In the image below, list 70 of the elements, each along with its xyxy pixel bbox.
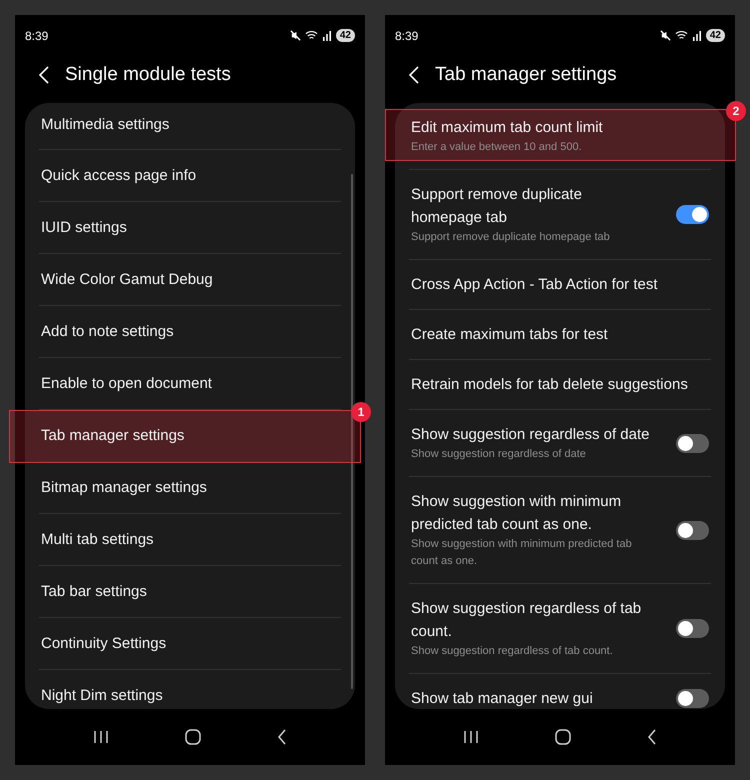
item-title: Support remove duplicate homepage tab <box>411 185 583 228</box>
settings-item[interactable]: Cross App Action - Tab Action for test <box>395 260 725 309</box>
signal-icon <box>692 30 702 41</box>
settings-item[interactable]: Night Dim settings <box>25 670 355 721</box>
item-title: Edit maximum tab count limit <box>411 118 604 138</box>
item-title: Add to note settings <box>41 322 175 342</box>
settings-item[interactable]: IUID settings <box>25 202 355 253</box>
settings-item[interactable]: Multimedia settings <box>25 103 355 149</box>
toggle-switch[interactable] <box>676 689 709 708</box>
settings-item[interactable]: Add to note settings <box>25 306 355 357</box>
wifi-icon <box>304 30 318 41</box>
step-badge: 1 <box>351 402 371 422</box>
battery-level: 42 <box>706 29 725 42</box>
recent-apps-icon[interactable] <box>93 730 109 744</box>
item-subtitle: Enter a value between 10 and 500. <box>411 140 583 155</box>
signal-icon <box>322 30 332 41</box>
item-title: IUID settings <box>41 218 128 238</box>
settings-item[interactable]: Tab bar settings <box>25 566 355 617</box>
item-title: Create maximum tabs for test <box>411 325 609 345</box>
settings-item[interactable]: Support remove duplicate homepage tab Support remove duplicate homepage tab <box>395 170 725 259</box>
item-title: Show suggestion regardless of tab count. <box>411 599 642 642</box>
item-subtitle: Show suggestion regardless of tab count. <box>411 644 614 659</box>
wifi-icon <box>674 30 688 41</box>
status-time: 8:39 <box>25 28 48 44</box>
settings-item[interactable]: Show tab manager new gui <box>395 674 725 723</box>
settings-item[interactable]: Retrain models for tab delete suggestions <box>395 360 725 409</box>
mute-icon <box>660 30 671 41</box>
item-title: Bitmap manager settings <box>41 478 208 498</box>
item-subtitle: Show suggestion regardless of date <box>411 447 587 462</box>
toggle-switch[interactable] <box>676 205 709 224</box>
settings-item[interactable]: Edit maximum tab count limit Enter a value between 10 and 500. <box>395 103 725 169</box>
toggle-switch[interactable] <box>676 619 709 638</box>
settings-item[interactable]: Continuity Settings <box>25 618 355 669</box>
item-subtitle: Support remove duplicate homepage tab <box>411 230 611 245</box>
item-title: Retrain models for tab delete suggestions <box>411 375 689 395</box>
home-icon[interactable] <box>555 729 571 745</box>
item-title: Wide Color Gamut Debug <box>41 270 214 290</box>
item-title: Tab bar settings <box>41 582 148 602</box>
item-subtitle: Show suggestion with minimum predicted tab count as one. <box>411 537 633 569</box>
item-title: Show suggestion with minimum predicted tab count as one. <box>411 492 622 535</box>
item-title: Night Dim settings <box>41 686 164 706</box>
settings-item[interactable]: Show suggestion with minimum predicted tab count as one. Show suggestion with minimum predicted tab count as one. <box>395 477 725 583</box>
status-time: 8:39 <box>395 28 418 44</box>
back-icon[interactable] <box>647 729 657 745</box>
recent-apps-icon[interactable] <box>463 730 479 744</box>
item-title: Multi tab settings <box>41 530 155 550</box>
settings-item[interactable]: Quick access page info <box>25 150 355 201</box>
item-title: Tab manager settings <box>41 426 186 446</box>
screen-title: Tab manager settings <box>435 62 617 87</box>
item-title: Show suggestion regardless of date <box>411 425 650 445</box>
settings-item[interactable]: Wide Color Gamut Debug <box>25 254 355 305</box>
item-title: Quick access page info <box>41 166 198 186</box>
toggle-switch[interactable] <box>676 434 709 452</box>
item-title: Continuity Settings <box>41 634 168 654</box>
settings-item[interactable]: Show suggestion regardless of tab count. Show suggestion regardless of tab count. <box>395 584 725 673</box>
settings-item[interactable]: Show suggestion regardless of date Show suggestion regardless of date <box>395 410 725 476</box>
back-icon[interactable] <box>277 729 287 745</box>
settings-item[interactable]: Create maximum tabs for test <box>395 310 725 359</box>
settings-item[interactable]: Multi tab settings <box>25 514 355 565</box>
toggle-switch[interactable] <box>676 520 709 540</box>
item-title: Cross App Action - Tab Action for test <box>411 275 659 295</box>
battery-level: 42 <box>336 29 355 42</box>
screen-title: Single module tests <box>65 62 231 87</box>
item-title: Show tab manager new gui <box>411 689 594 709</box>
mute-icon <box>290 30 301 41</box>
item-title: Enable to open document <box>41 374 213 394</box>
settings-item[interactable]: Bitmap manager settings <box>25 462 355 513</box>
home-icon[interactable] <box>185 729 201 745</box>
step-badge: 2 <box>726 101 746 121</box>
item-title: Multimedia settings <box>41 115 170 135</box>
